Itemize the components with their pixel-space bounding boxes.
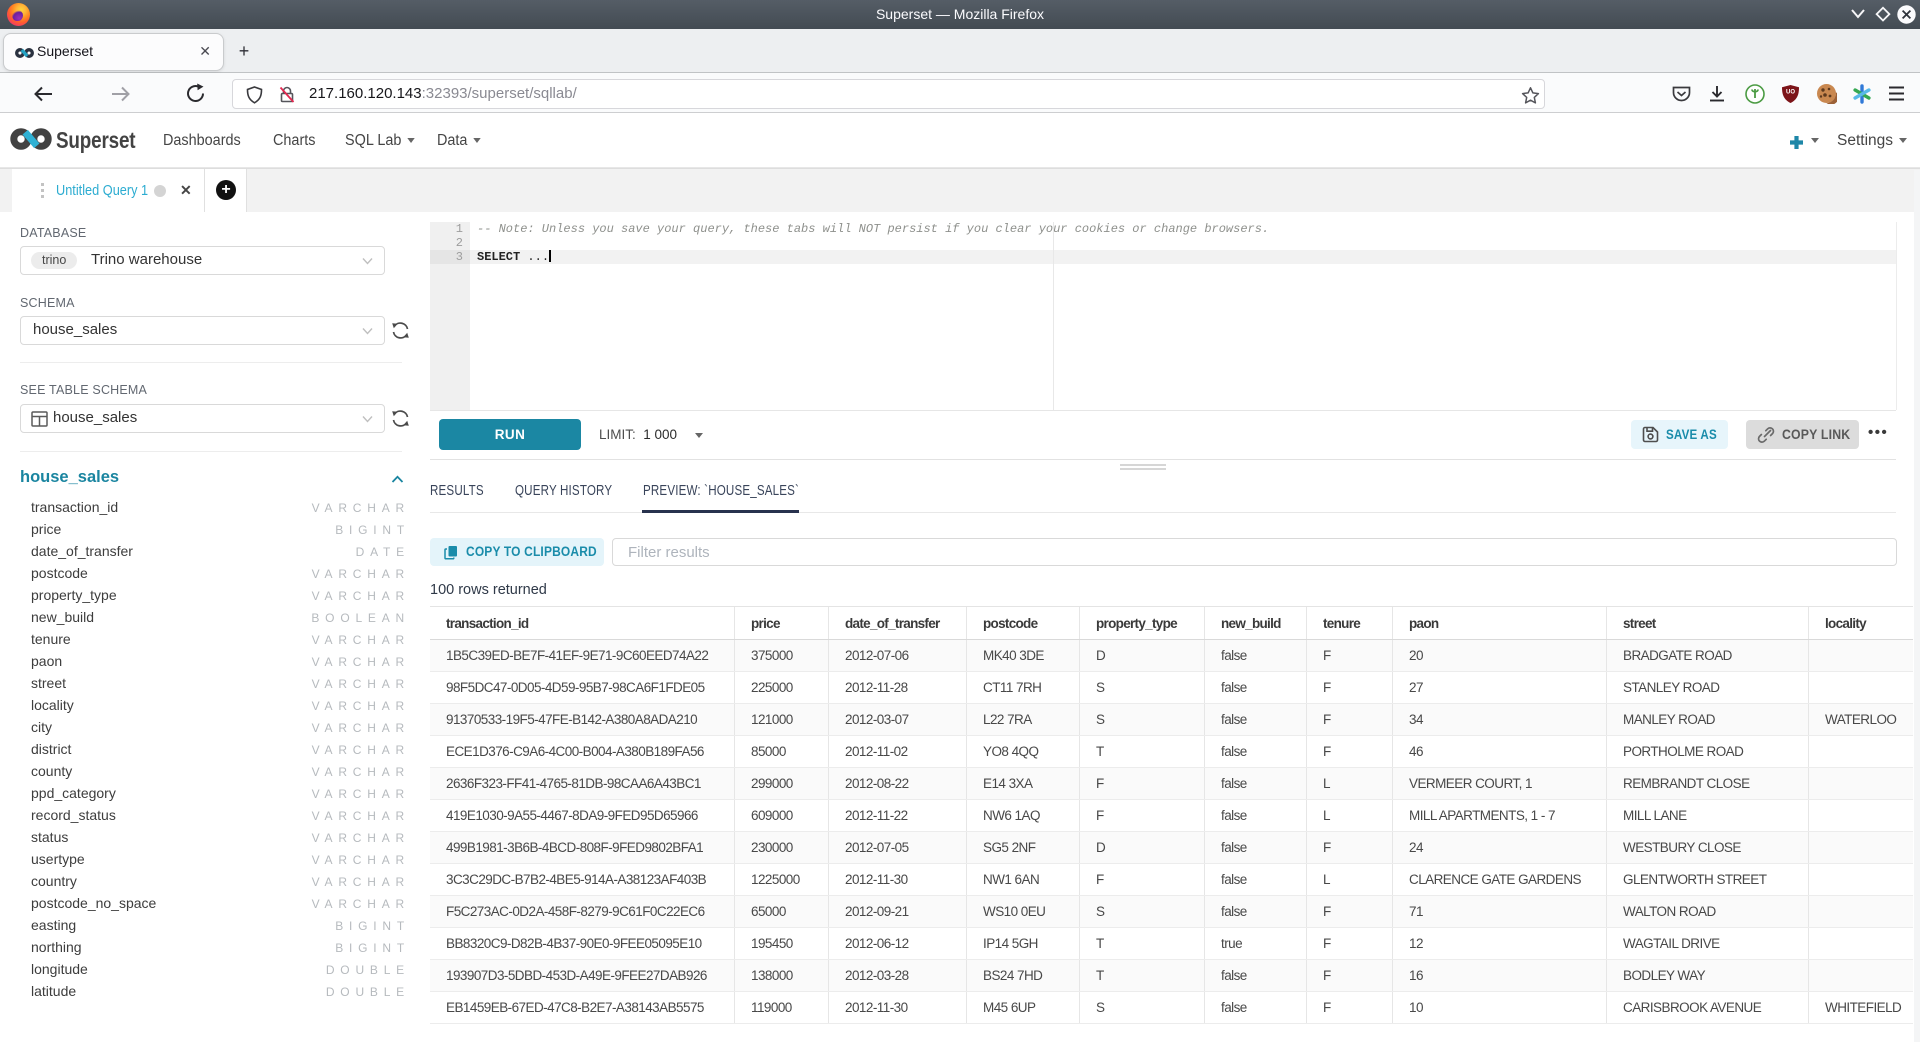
svg-text:UO: UO bbox=[1786, 90, 1795, 96]
